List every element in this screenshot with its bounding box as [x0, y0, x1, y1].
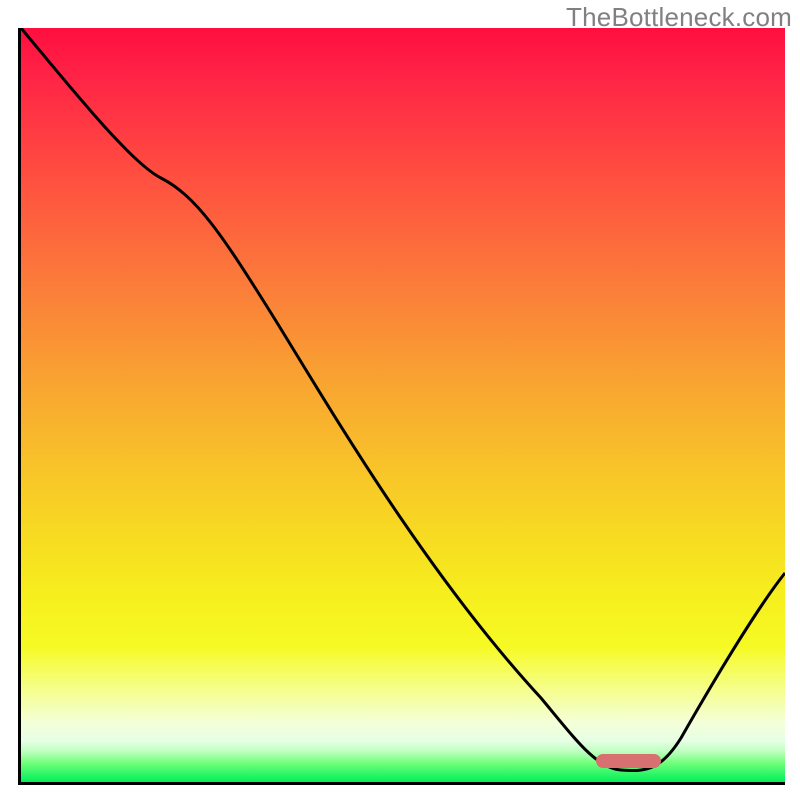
- optimal-range-marker: [596, 754, 661, 768]
- watermark-text: TheBottleneck.com: [566, 2, 792, 33]
- chart-container: TheBottleneck.com: [0, 0, 800, 800]
- plot-area: [18, 28, 785, 785]
- bottleneck-curve: [21, 28, 785, 782]
- curve-path: [21, 28, 785, 771]
